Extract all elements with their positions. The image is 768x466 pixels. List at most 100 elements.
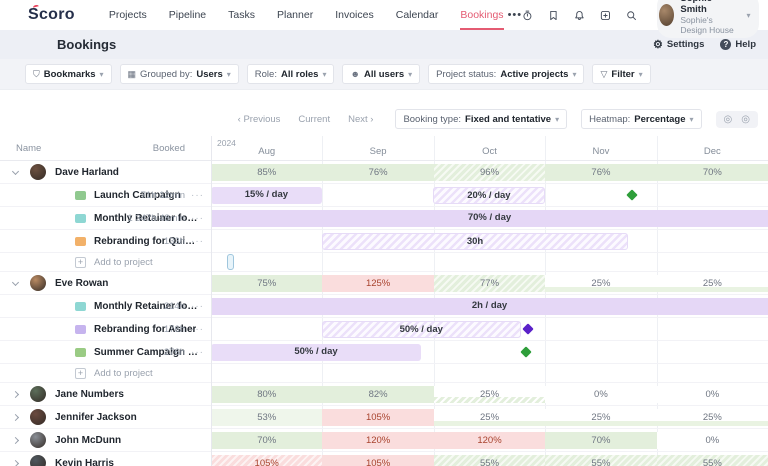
add-to-project-button[interactable]: Add to project (94, 257, 153, 268)
heatmap-cell-dec[interactable]: 0% (657, 386, 768, 403)
all-users-filter-chip[interactable]: ☻All users▾ (342, 64, 420, 84)
expand-toggle[interactable] (0, 461, 30, 466)
heatmap-cell-sep[interactable]: 120% (322, 432, 433, 449)
booking-bar[interactable]: 50% / day (211, 344, 421, 361)
nav-item-tasks[interactable]: Tasks (228, 0, 255, 30)
heatmap-cell-aug[interactable]: 105% (211, 455, 322, 466)
heatmap-cell-oct[interactable]: 25% (434, 409, 545, 426)
heatmap-cell-dec[interactable]: 25% (657, 275, 768, 292)
milestone-diamond[interactable] (522, 323, 533, 334)
heatmap-select[interactable]: Heatmap: Percentage ▾ (581, 109, 701, 129)
heatmap-cell-aug[interactable]: 80% (211, 386, 322, 403)
milestone-diamond[interactable] (627, 189, 638, 200)
row-menu-button[interactable]: ··· (191, 324, 204, 335)
user-name-label[interactable]: John McDunn (55, 435, 121, 446)
user-name-label[interactable]: Jane Numbers (55, 389, 124, 400)
user-name-label[interactable]: Eve Rowan (55, 278, 108, 289)
row-menu-button[interactable]: ··· (191, 347, 204, 358)
booking-bar[interactable]: 50% / day (322, 321, 521, 338)
heatmap-cell-oct[interactable]: 96% (434, 164, 545, 181)
timer-icon[interactable] (522, 8, 533, 23)
bookmark-icon[interactable] (548, 8, 559, 23)
chip-value: Bookmarks (44, 69, 96, 80)
search-icon[interactable] (626, 8, 637, 23)
nav-item-projects[interactable]: Projects (109, 0, 147, 30)
settings-button[interactable]: ⚙ Settings (653, 38, 704, 51)
expand-toggle[interactable] (0, 392, 30, 397)
chip-label: Role: (255, 69, 277, 80)
row-menu-button[interactable]: ··· (191, 236, 204, 247)
heatmap-cell-nov[interactable]: 25% (545, 275, 656, 292)
heatmap-cell-oct[interactable]: 120% (434, 432, 545, 449)
user-name-label[interactable]: Dave Harland (55, 167, 119, 178)
heatmap-cell-nov[interactable]: 0% (545, 386, 656, 403)
heatmap-cell-nov[interactable]: 76% (545, 164, 656, 181)
nav-item-bookings[interactable]: Bookings (460, 0, 503, 30)
user-name-label[interactable]: Kevin Harris (55, 458, 114, 466)
expand-toggle[interactable] (0, 438, 30, 443)
row-menu-button[interactable]: ··· (191, 190, 204, 201)
next-button[interactable]: Next › (348, 114, 373, 125)
filter-filter-chip[interactable]: ▽Filter▾ (592, 64, 650, 84)
heatmap-cell-aug[interactable]: 75% (211, 275, 322, 292)
comment-bubble-icon[interactable]: ◎ (724, 114, 733, 125)
heatmap-cell-dec[interactable]: 0% (657, 432, 768, 449)
comment-bubble-alt-icon[interactable]: ◎ (741, 114, 750, 125)
bookmarks-filter-chip[interactable]: ⛉Bookmarks▾ (25, 64, 112, 84)
nav-item-planner[interactable]: Planner (277, 0, 313, 30)
user-name-label[interactable]: Jennifer Jackson (55, 412, 137, 423)
nav-item-invoices[interactable]: Invoices (335, 0, 374, 30)
booking-bar[interactable]: 2h / day (211, 298, 768, 315)
booking-bar[interactable]: 70% / day (211, 210, 768, 227)
heatmap-cell-sep[interactable]: 76% (322, 164, 433, 181)
user-menu[interactable]: Sophie Smith Sophie's Design House ▾ (657, 0, 758, 38)
user-org: Sophie's Design House (680, 16, 740, 36)
row-menu-button[interactable]: ··· (191, 213, 204, 224)
users-filter-chip[interactable]: ▦Grouped by:Users▾ (120, 64, 239, 84)
help-button[interactable]: ? Help (720, 39, 756, 50)
heatmap-cell-sep[interactable]: 105% (322, 455, 433, 466)
bell-icon[interactable] (574, 8, 585, 23)
milestone-diamond[interactable] (520, 346, 531, 357)
user-row-left: John McDunn (0, 429, 211, 451)
heatmap-cell-sep[interactable]: 82% (322, 386, 433, 403)
heatmap-cell-nov[interactable]: 70% (545, 432, 656, 449)
collapse-toggle[interactable] (0, 280, 30, 287)
heatmap-cell-dec[interactable]: 70% (657, 164, 768, 181)
add-to-project-button[interactable]: Add to project (94, 368, 153, 379)
booking-bar[interactable]: 20% / day (433, 187, 544, 204)
nav-more-button[interactable]: ••• (508, 9, 523, 21)
collapse-toggle[interactable] (0, 169, 30, 176)
user-row-timeline: 105%105%55%55%55% (211, 452, 768, 466)
project-color-icon (75, 325, 86, 334)
scoro-logo[interactable]: Scoro (28, 6, 75, 24)
heatmap-cell-aug[interactable]: 53% (211, 409, 322, 426)
heatmap-cell-oct[interactable]: 25% (434, 386, 545, 403)
booking-type-select[interactable]: Booking type: Fixed and tentative ▾ (395, 109, 567, 129)
heatmap-cell-oct[interactable]: 55% (434, 455, 545, 466)
project-row: Rebranding for QuickFox133h···30h (0, 230, 768, 253)
nav-item-pipeline[interactable]: Pipeline (169, 0, 206, 30)
booking-bar[interactable]: 30h (322, 233, 628, 250)
heatmap-cell-nov[interactable]: 55% (545, 455, 656, 466)
heatmap-cell-sep[interactable]: 125% (322, 275, 433, 292)
tentative-booking-fragment[interactable] (227, 254, 234, 270)
heatmap-cell-nov[interactable]: 25% (545, 409, 656, 426)
booked-value: 71h 12min (141, 190, 185, 201)
heatmap-cell-dec[interactable]: 55% (657, 455, 768, 466)
add-new-icon[interactable] (600, 8, 611, 23)
nav-item-calendar[interactable]: Calendar (396, 0, 439, 30)
current-button[interactable]: Current (298, 114, 330, 125)
heatmap-cell-aug[interactable]: 85% (211, 164, 322, 181)
expand-toggle[interactable] (0, 415, 30, 420)
heatmap-cell-aug[interactable]: 70% (211, 432, 322, 449)
previous-button[interactable]: ‹ Previous (238, 114, 281, 125)
heatmap-cell-sep[interactable]: 105% (322, 409, 433, 426)
user-row: Jane Numbers80%82%25%0%0% (0, 383, 768, 406)
row-menu-button[interactable]: ··· (191, 301, 204, 312)
booking-bar[interactable]: 15% / day (211, 187, 322, 204)
active-projects-filter-chip[interactable]: Project status:Active projects▾ (428, 64, 584, 84)
heatmap-cell-dec[interactable]: 25% (657, 409, 768, 426)
all-roles-filter-chip[interactable]: Role:All roles▾ (247, 64, 335, 84)
heatmap-cell-oct[interactable]: 77% (434, 275, 545, 292)
